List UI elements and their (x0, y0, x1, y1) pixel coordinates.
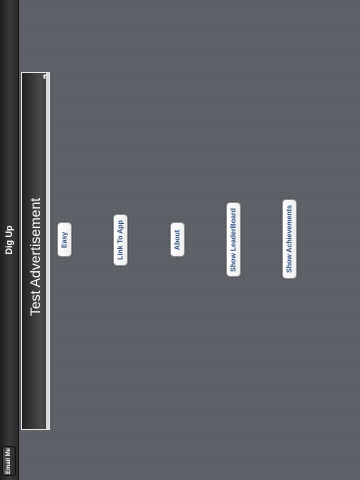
show-leaderboard-button-label: Show LeaderBoard (230, 207, 237, 272)
email-me-button[interactable]: Email Me (2, 446, 16, 476)
easy-button[interactable]: Easy (57, 222, 72, 257)
show-achievements-button-label: Show Achievements (286, 205, 293, 273)
about-button-label: About (174, 229, 181, 250)
link-to-app-button[interactable]: Link To App (113, 214, 128, 266)
show-achievements-button[interactable]: Show Achievements (282, 199, 297, 279)
ad-info-icon[interactable] (43, 74, 48, 79)
advertisement-text: Test Advertisement (27, 197, 43, 317)
navigation-bar: Dig Up Email Me (0, 0, 19, 480)
nav-title: Dig Up (4, 225, 14, 255)
about-button[interactable]: About (170, 222, 185, 257)
show-leaderboard-button[interactable]: Show LeaderBoard (226, 202, 241, 277)
advertisement-banner[interactable]: Test Advertisement (21, 72, 50, 430)
easy-button-label: Easy (61, 231, 68, 248)
link-to-app-button-label: Link To App (117, 220, 124, 260)
email-me-label: Email Me (6, 447, 12, 475)
